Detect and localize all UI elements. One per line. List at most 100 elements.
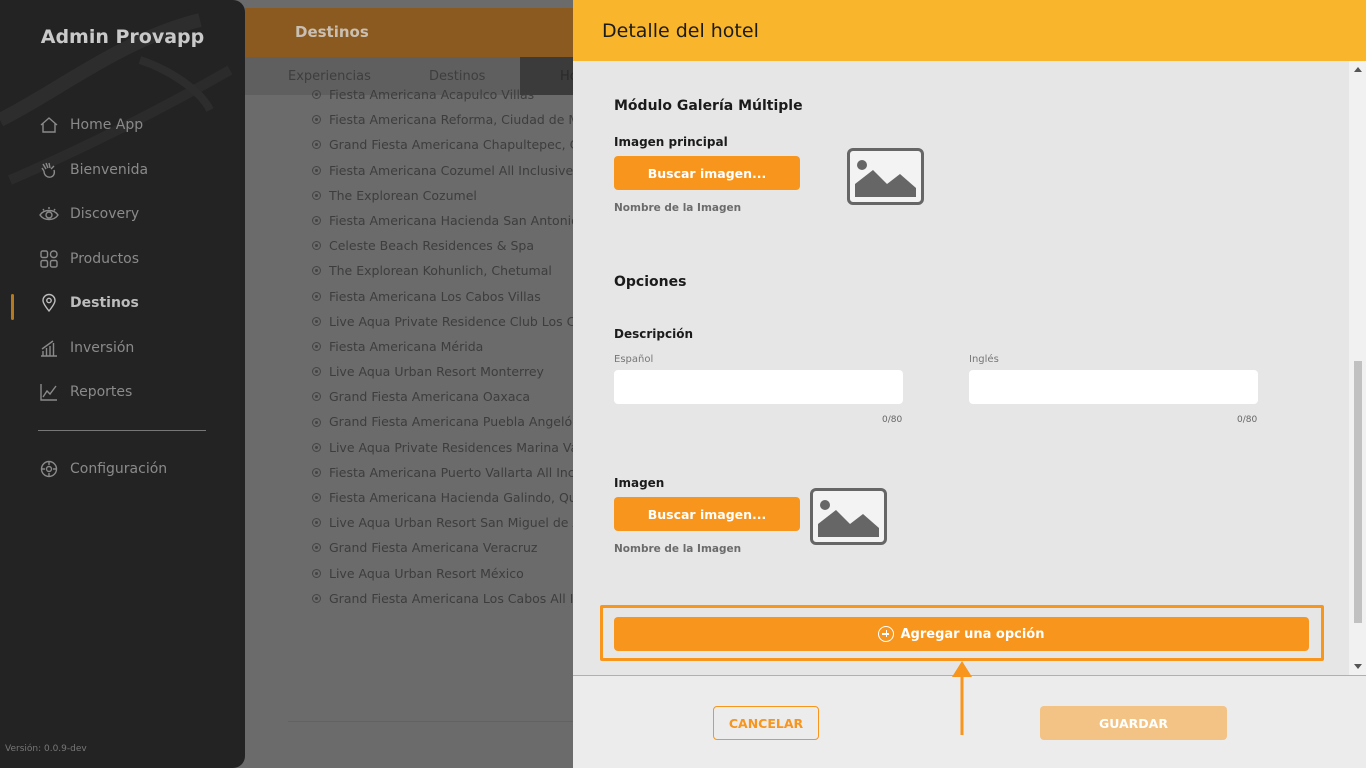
add-option-button[interactable]: Agregar una opción [614,617,1309,651]
option-image-label: Imagen [614,476,665,490]
radio-icon [312,216,321,226]
radio-icon [312,392,321,402]
option-image-placeholder-icon [810,488,887,545]
hotel-list-item[interactable]: Grand Fiesta Americana Oaxaca [310,384,580,409]
hotel-list-item[interactable]: Live Aqua Urban Resort San Miguel de All… [310,510,580,535]
english-label: Inglés [969,354,999,365]
main-image-filename-label: Nombre de la Imagen [614,202,742,214]
description-english-input[interactable] [969,370,1258,404]
bar-chart-icon [38,337,60,359]
hotel-name: Grand Fiesta Americana Los Cabos All Inc… [329,590,580,606]
radio-icon [312,341,321,351]
option-image-search-button[interactable]: Buscar imagen... [614,497,800,531]
radio-icon [312,115,321,125]
hotel-name: Live Aqua Private Residence Club Los Cab… [329,313,580,329]
hotel-name: Fiesta Americana Los Cabos Villas [329,288,541,304]
plus-circle-icon [878,626,895,642]
hotel-list-item[interactable]: Live Aqua Urban Resort Monterrey [310,359,580,384]
sidebar-item-label: Home App [70,117,144,133]
english-char-counter: 0/80 [1237,415,1258,425]
hotel-list-item[interactable]: Grand Fiesta Americana Puebla Angelópoli… [310,409,580,434]
hotel-list-item[interactable]: The Explorean Kohunlich, Chetumal [310,258,580,283]
hotel-list-item[interactable]: Grand Fiesta Americana Chapultepec, Ciud… [310,132,580,157]
sidebar-divider [38,430,206,431]
modal-scrollbar[interactable] [1349,61,1366,675]
gear-icon [38,458,60,480]
options-section-title: Opciones [614,274,687,290]
sidebar-item-configuracion[interactable]: Configuración [38,456,167,482]
sidebar-item-destinos[interactable]: Destinos [38,290,139,316]
hotel-name: Celeste Beach Residences & Spa [329,238,534,254]
hotel-list-item[interactable]: Fiesta Americana Puerto Vallarta All Inc… [310,460,580,485]
location-pin-icon [38,292,60,314]
sidebar: Admin Provapp Home App Bienvenida Discov… [0,0,245,768]
hotel-list-item[interactable]: Celeste Beach Residences & Spa [310,233,580,258]
hotel-name: Grand Fiesta Americana Puebla Angelópoli… [329,414,580,430]
radio-icon [312,593,321,603]
sidebar-item-discovery[interactable]: Discovery [38,201,139,227]
hotel-list-item[interactable]: Fiesta Americana Los Cabos Villas [310,284,580,309]
hotel-list-item[interactable]: The Explorean Cozumel [310,183,580,208]
hotel-list-item[interactable]: Fiesta Americana Acapulco Villas [310,82,580,107]
hotel-name: The Explorean Cozumel [329,187,477,203]
sidebar-item-inversion[interactable]: Inversión [38,335,134,361]
hotel-name: Fiesta Americana Reforma, Ciudad de Méxi… [329,112,580,128]
scroll-up-arrow-icon[interactable] [1354,67,1362,72]
radio-icon [312,442,321,452]
hotel-list-item[interactable]: Fiesta Americana Hacienda San Antonio El… [310,208,580,233]
hotel-list-item[interactable]: Grand Fiesta Americana Veracruz [310,535,580,560]
main-image-search-button[interactable]: Buscar imagen... [614,156,800,190]
hotel-list-item[interactable]: Fiesta Americana Mérida [310,334,580,359]
hotel-list-item[interactable]: Fiesta Americana Hacienda Galindo, Queré… [310,485,580,510]
hotel-list-item[interactable]: Live Aqua Urban Resort México [310,561,580,586]
hotel-name: Fiesta Americana Hacienda Galindo, Queré… [329,490,580,505]
hotel-list-item[interactable]: Fiesta Americana Cozumel All Inclusive [310,158,580,183]
hotel-list-item[interactable]: Live Aqua Private Residence Club Los Cab… [310,309,580,334]
spanish-label: Español [614,354,654,365]
hotel-name: Fiesta Americana Puerto Vallarta All Inc… [329,464,580,480]
radio-icon [312,518,321,528]
cancel-button[interactable]: CANCELAR [713,706,819,740]
version-label: Versión: 0.0.9-dev [5,744,87,754]
radio-icon [312,367,321,377]
hotel-name: Live Aqua Private Residences Marina Vall… [329,439,580,455]
radio-icon [312,543,321,553]
hotel-name: Grand Fiesta Americana Chapultepec, Ciud… [329,137,580,153]
radio-icon [312,316,321,326]
sidebar-item-label: Configuración [70,461,168,477]
spanish-char-counter: 0/80 [882,415,903,425]
sidebar-item-productos[interactable]: Productos [38,246,139,272]
grid-icon [38,248,60,270]
active-indicator [11,294,14,320]
add-option-label: Agregar una opción [900,626,1045,642]
sidebar-item-reportes[interactable]: Reportes [38,379,132,405]
modal-body[interactable]: Módulo Galería Múltiple Imagen principal… [573,61,1349,675]
description-spanish-input[interactable] [614,370,903,404]
scroll-down-arrow-icon[interactable] [1354,664,1362,669]
page-title: Destinos [295,23,369,41]
sidebar-item-label: Destinos [70,295,139,311]
sidebar-item-label: Reportes [70,384,133,400]
sidebar-item-bienvenida[interactable]: Bienvenida [38,157,148,183]
radio-icon [312,190,321,200]
line-chart-icon [38,381,60,403]
save-button[interactable]: GUARDAR [1040,706,1227,740]
hotel-list-item[interactable]: Grand Fiesta Americana Los Cabos All Inc… [310,586,580,611]
hotel-name: Fiesta Americana Cozumel All Inclusive [329,162,574,178]
sidebar-item-home-app[interactable]: Home App [38,112,143,138]
sidebar-item-label: Bienvenida [70,162,149,178]
modal-header: Detalle del hotel [573,0,1366,61]
radio-icon [312,417,321,427]
hotel-list-item[interactable]: Fiesta Americana Reforma, Ciudad de Méxi… [310,107,580,132]
hotel-list-item[interactable]: Live Aqua Private Residences Marina Vall… [310,435,580,460]
radio-icon [312,266,321,276]
page-divider [288,721,578,722]
hotel-name: Grand Fiesta Americana Veracruz [329,540,538,556]
hotel-name: The Explorean Kohunlich, Chetumal [329,263,552,279]
radio-icon [312,493,321,503]
radio-icon [312,165,321,175]
home-icon [38,114,60,136]
modal-title: Detalle del hotel [602,20,759,42]
scrollbar-thumb[interactable] [1354,361,1362,623]
radio-icon [312,140,321,150]
